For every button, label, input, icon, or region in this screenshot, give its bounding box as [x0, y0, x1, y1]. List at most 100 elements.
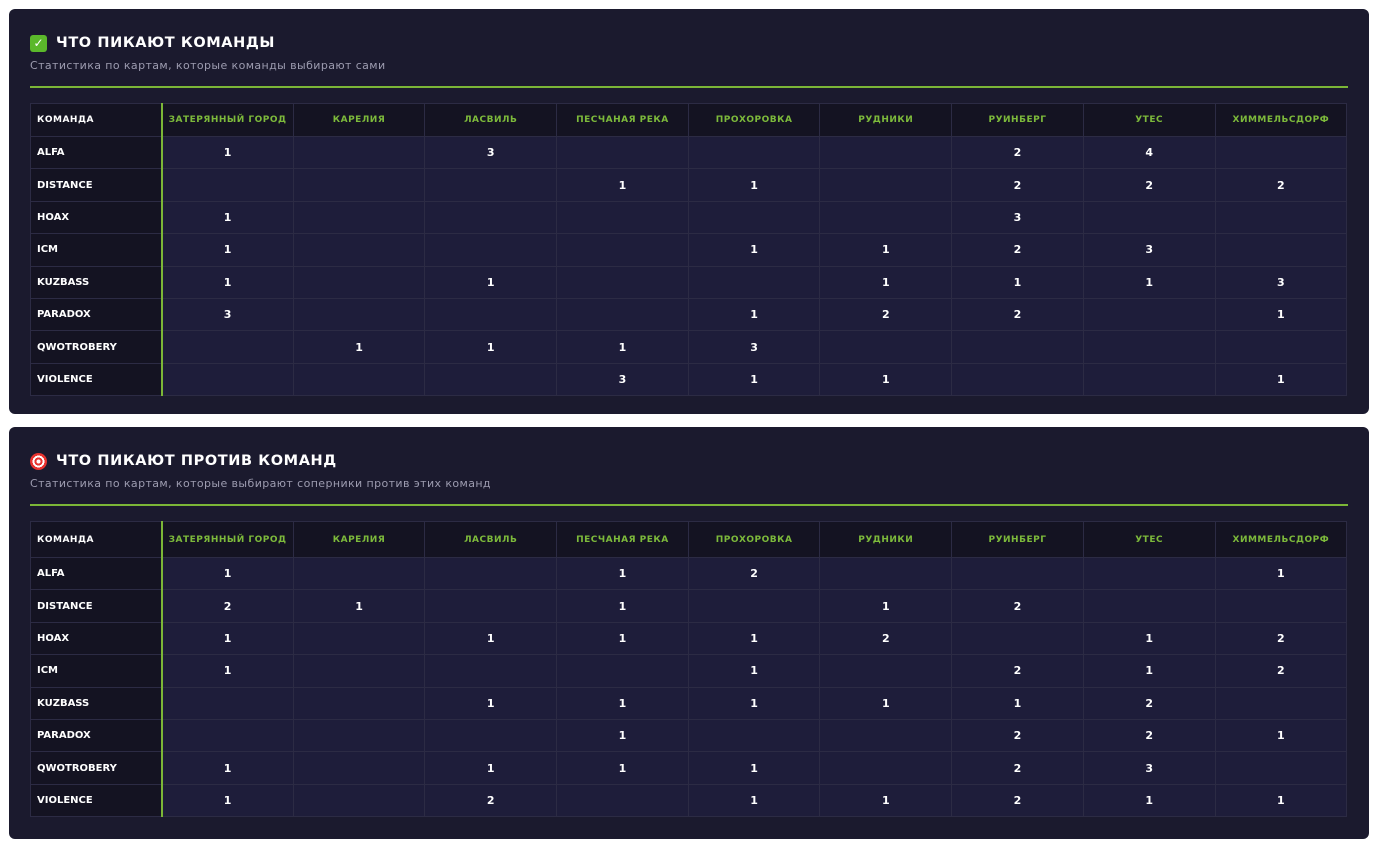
pick-count-cell [424, 362, 558, 397]
pick-count-cell: 2 [1214, 621, 1348, 656]
column-header-map: РУДНИКИ [819, 521, 953, 558]
section-header: ЧТО ПИКАЮТ ПРОТИВ КОМАНД [30, 451, 1348, 471]
pick-count-cell: 1 [819, 686, 953, 720]
column-header-map: ПЕСЧАНАЯ РЕКА [556, 103, 689, 137]
pick-count-cell [1082, 589, 1216, 623]
pick-count-cell: 1 [1082, 265, 1216, 299]
pick-count-cell [819, 654, 953, 688]
pick-count-cell [1214, 589, 1348, 623]
pick-count-cell [292, 297, 426, 332]
pick-count-cell: 1 [687, 362, 821, 397]
column-header-map: ЗАТЕРЯННЫЙ ГОРОД [161, 103, 294, 137]
team-name-cell: ALFA [30, 556, 163, 591]
pick-count-cell: 1 [1082, 654, 1216, 688]
pick-count-cell: 1 [556, 556, 689, 591]
pick-count-cell [424, 200, 558, 235]
pick-count-cell: 1 [424, 330, 558, 364]
column-header-map: УТЕС [1082, 521, 1216, 558]
pick-count-cell: 1 [556, 621, 689, 656]
pick-count-cell [819, 135, 953, 170]
table-row: PARADOX 3 1 2 2 1 [30, 297, 1348, 332]
pick-count-cell: 1 [819, 589, 953, 623]
pick-count-cell [1082, 297, 1216, 332]
pick-count-cell: 1 [1082, 621, 1216, 656]
column-header-map: КАРЕЛИЯ [292, 103, 426, 137]
pick-count-cell [161, 330, 294, 364]
section-subtitle: Статистика по картам, которые выбирают с… [30, 477, 491, 490]
target-icon [30, 452, 47, 470]
table-row: ICM 1 1 1 2 3 [30, 233, 1348, 267]
pick-count-cell: 1 [819, 265, 953, 299]
pick-count-cell: 1 [161, 556, 294, 591]
pick-count-cell: 2 [951, 233, 1084, 267]
pick-count-cell: 2 [951, 718, 1084, 753]
pick-count-cell: 2 [687, 556, 821, 591]
pick-count-cell: 1 [819, 233, 953, 267]
pick-count-cell: 1 [161, 654, 294, 688]
table-row: DISTANCE 2 1 1 1 2 [30, 589, 1348, 623]
table-row: KUZBASS 1 1 1 1 1 2 [30, 686, 1348, 720]
pick-count-cell: 1 [424, 686, 558, 720]
section-divider [30, 504, 1348, 506]
pick-count-cell: 1 [1214, 362, 1348, 397]
pick-count-cell: 1 [819, 362, 953, 397]
pick-count-cell: 1 [1214, 556, 1348, 591]
team-name-cell: DISTANCE [30, 168, 163, 202]
pick-count-cell [292, 233, 426, 267]
pick-count-cell [556, 297, 689, 332]
pick-count-cell: 2 [819, 621, 953, 656]
column-header-map: РУДНИКИ [819, 103, 953, 137]
pick-count-cell: 1 [687, 168, 821, 202]
pick-count-cell: 1 [687, 751, 821, 785]
picks-against-table: КОМАНДА ЗАТЕРЯННЫЙ ГОРОД КАРЕЛИЯ ЛАСВИЛЬ ПЕС… [30, 521, 1348, 818]
column-header-team: КОМАНДА [30, 521, 163, 558]
pick-count-cell: 1 [292, 589, 426, 623]
pick-count-cell [292, 362, 426, 397]
pick-count-cell [951, 330, 1084, 364]
pick-count-cell: 2 [161, 589, 294, 623]
pick-count-cell [424, 556, 558, 591]
pick-count-cell: 1 [556, 718, 689, 753]
column-header-map: ЗАТЕРЯННЫЙ ГОРОД [161, 521, 294, 558]
column-header-map: ЛАСВИЛЬ [424, 103, 558, 137]
pick-count-cell: 3 [556, 362, 689, 397]
pick-count-cell [1214, 686, 1348, 720]
column-header-map: ПРОХОРОВКА [687, 521, 821, 558]
pick-count-cell [556, 200, 689, 235]
team-name-cell: ICM [30, 233, 163, 267]
pick-count-cell [1082, 362, 1216, 397]
team-name-cell: QWOTROBERY [30, 751, 163, 785]
pick-count-cell: 1 [424, 265, 558, 299]
pick-count-cell: 1 [687, 233, 821, 267]
pick-count-cell: 1 [819, 783, 953, 818]
pick-count-cell: 2 [1214, 654, 1348, 688]
pick-count-cell: 2 [1214, 168, 1348, 202]
team-name-cell: HOAX [30, 200, 163, 235]
section-subtitle: Статистика по картам, которые команды вы… [30, 59, 386, 72]
pick-count-cell: 1 [1214, 718, 1348, 753]
table-row: HOAX 1 3 [30, 200, 1348, 235]
pick-count-cell [687, 200, 821, 235]
table-row: PARADOX 1 2 2 1 [30, 718, 1348, 753]
pick-count-cell [1082, 330, 1216, 364]
column-header-map: ЛАСВИЛЬ [424, 521, 558, 558]
pick-count-cell: 3 [424, 135, 558, 170]
team-name-cell: VIOLENCE [30, 783, 163, 818]
pick-count-cell [687, 265, 821, 299]
pick-count-cell: 1 [161, 135, 294, 170]
pick-count-cell: 1 [161, 265, 294, 299]
pick-count-cell [161, 686, 294, 720]
pick-count-cell: 2 [1082, 718, 1216, 753]
pick-count-cell: 1 [687, 783, 821, 818]
section-team-picks: ✓ ЧТО ПИКАЮТ КОМАНДЫ Статистика по карта… [9, 9, 1369, 414]
pick-count-cell: 2 [951, 297, 1084, 332]
pick-count-cell: 1 [1082, 783, 1216, 818]
pick-count-cell: 3 [161, 297, 294, 332]
pick-count-cell: 3 [951, 200, 1084, 235]
pick-count-cell: 2 [951, 751, 1084, 785]
pick-count-cell [292, 168, 426, 202]
column-header-map: УТЕС [1082, 103, 1216, 137]
pick-count-cell [424, 233, 558, 267]
pick-count-cell [687, 589, 821, 623]
picks-table: КОМАНДА ЗАТЕРЯННЫЙ ГОРОД КАРЕЛИЯ ЛАСВИЛЬ ПЕС… [30, 103, 1348, 397]
